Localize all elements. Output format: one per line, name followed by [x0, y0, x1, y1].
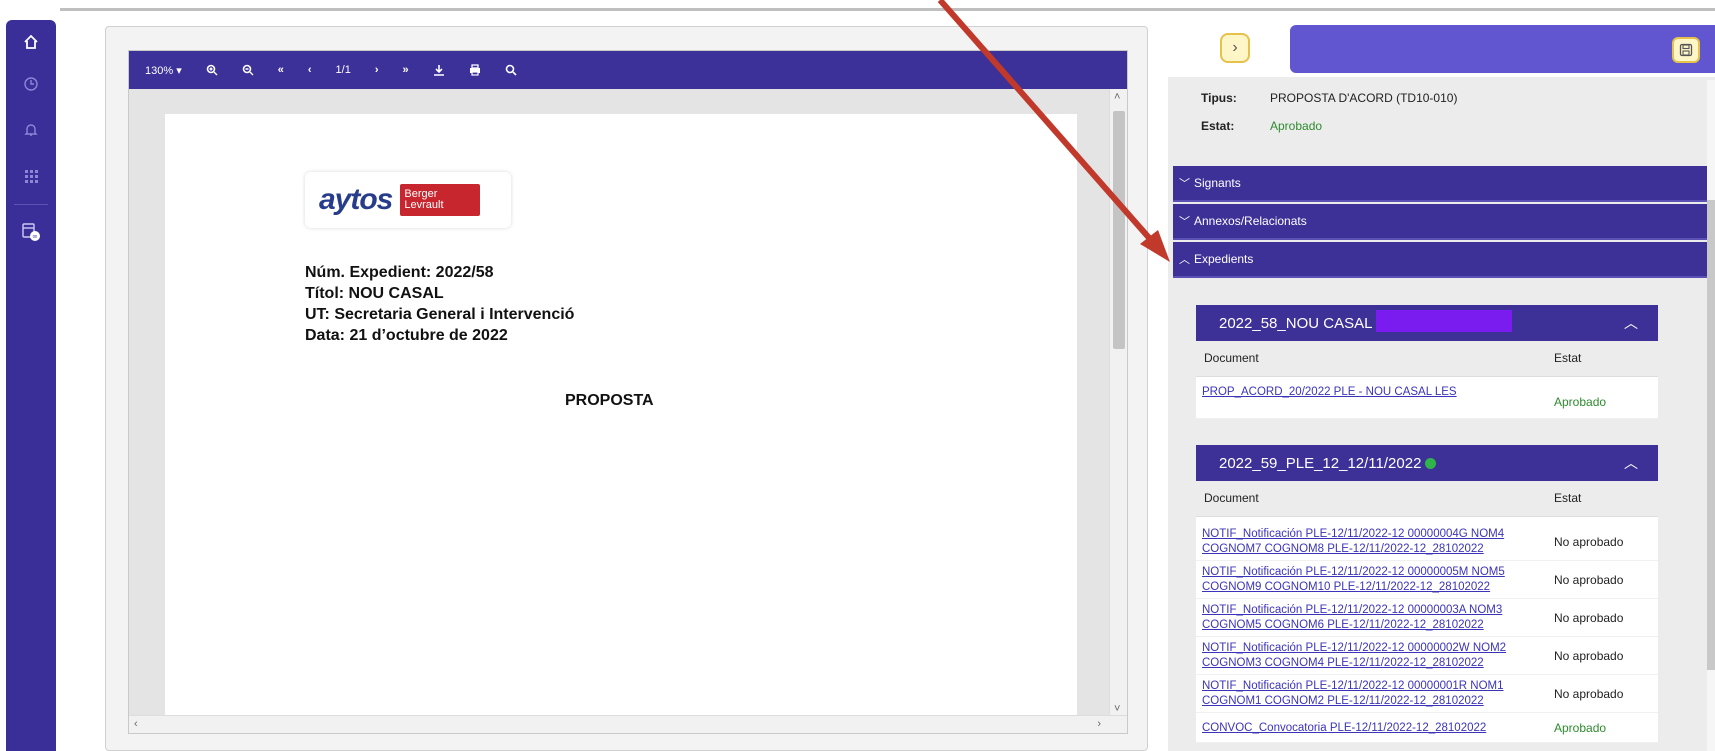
- horizontal-scrollbar[interactable]: ‹ ›: [129, 715, 1127, 733]
- accordion-signants[interactable]: ﹀ Signants: [1173, 166, 1707, 202]
- zoom-in-icon[interactable]: [206, 64, 218, 76]
- expedient-title: 2022_58_NOU CASAL L: [1219, 314, 1385, 332]
- expedient-card: 2022_59_PLE_12_12/11/2022 ︿ Document Est…: [1196, 445, 1658, 743]
- svg-text:∞: ∞: [32, 233, 38, 241]
- accordion-expedients-label: Expedients: [1194, 252, 1254, 266]
- toggle-panel-button[interactable]: ›: [1220, 33, 1250, 63]
- last-page-icon[interactable]: »: [402, 64, 408, 76]
- document-status: Aprobado: [1554, 395, 1607, 409]
- side-navigation: ∞: [6, 20, 56, 751]
- page-indicator: 1/1: [335, 64, 351, 76]
- first-page-icon[interactable]: «: [278, 64, 284, 76]
- save-button[interactable]: [1672, 37, 1700, 63]
- print-icon[interactable]: [469, 64, 481, 76]
- chevron-right-icon: ›: [1232, 39, 1238, 56]
- apps-grid-icon[interactable]: [6, 158, 56, 194]
- table-row: CONVOC_Convocatoria PLE-12/11/2022-12_28…: [1196, 713, 1658, 743]
- doc-title-line: Títol: NOU CASAL: [305, 285, 444, 302]
- document-page: aytos Berger Levrault Núm. Expedient: 20…: [165, 114, 1077, 717]
- panel-scrollbar[interactable]: [1707, 80, 1715, 751]
- pdf-toolbar: 130% ▾ « ‹ 1/1 › »: [129, 51, 1127, 89]
- table-row: PROP_ACORD_20/2022 PLE - NOU CASAL LES A…: [1196, 377, 1658, 419]
- top-divider: [60, 8, 1715, 11]
- document-status: No aprobado: [1554, 535, 1624, 549]
- scroll-up-icon[interactable]: ˄: [1114, 91, 1120, 103]
- document-status: No aprobado: [1554, 687, 1624, 701]
- panel-scrollbar-thumb[interactable]: [1707, 200, 1715, 670]
- document-link[interactable]: NOTIF_Notificación PLE-12/11/2022-12 000…: [1202, 603, 1542, 633]
- table-header: Document Estat: [1196, 481, 1658, 517]
- accordion-annexos-label: Annexos/Relacionats: [1194, 214, 1307, 228]
- doc-date-line: Data: 21 d’octubre de 2022: [305, 327, 508, 344]
- doc-heading: PROPOSTA: [565, 392, 654, 409]
- bell-icon[interactable]: [6, 112, 56, 148]
- redaction-box: [1376, 310, 1512, 332]
- nav-divider: [14, 204, 48, 205]
- scrollbar-thumb[interactable]: [1113, 111, 1125, 349]
- tipus-label: Tipus:: [1201, 91, 1237, 105]
- column-estat: Estat: [1554, 491, 1582, 505]
- logo-wordmark: aytos: [319, 183, 393, 216]
- document-link[interactable]: NOTIF_Notificación PLE-12/11/2022-12 000…: [1202, 641, 1542, 671]
- chevron-down-icon: ﹀: [1179, 178, 1190, 190]
- table-row: NOTIF_Notificación PLE-12/11/2022-12 000…: [1196, 675, 1658, 713]
- logo-badge: Berger Levrault: [400, 184, 481, 216]
- column-estat: Estat: [1554, 351, 1582, 365]
- document-status: Aprobado: [1554, 721, 1607, 735]
- chevron-up-icon[interactable]: ︿: [1624, 313, 1638, 333]
- scroll-left-icon[interactable]: ‹: [134, 718, 138, 730]
- home-icon[interactable]: [6, 24, 56, 60]
- search-icon[interactable]: [505, 64, 517, 76]
- document-link[interactable]: PROP_ACORD_20/2022 PLE - NOU CASAL LES: [1202, 385, 1542, 400]
- chevron-down-icon: ﹀: [1179, 216, 1190, 228]
- table-row: NOTIF_Notificación PLE-12/11/2022-12 000…: [1196, 637, 1658, 675]
- scroll-right-icon[interactable]: ›: [1097, 718, 1101, 730]
- document-link[interactable]: CONVOC_Convocatoria PLE-12/11/2022-12_28…: [1202, 721, 1542, 736]
- previous-page-icon[interactable]: ‹: [308, 64, 312, 76]
- expedient-card-header[interactable]: 2022_59_PLE_12_12/11/2022 ︿: [1196, 445, 1658, 481]
- download-icon[interactable]: [433, 64, 445, 76]
- zoom-out-icon[interactable]: [242, 64, 254, 76]
- doc-ut-line: UT: Secretaria General i Intervenció: [305, 306, 575, 323]
- next-page-icon[interactable]: ›: [375, 64, 379, 76]
- estat-label: Estat:: [1201, 119, 1235, 133]
- chevron-up-icon[interactable]: ︿: [1624, 453, 1638, 473]
- status-dot: [1425, 457, 1437, 469]
- doc-expedient-line: Núm. Expedient: 2022/58: [305, 264, 494, 281]
- column-document: Document: [1204, 351, 1259, 365]
- chevron-up-icon: ︿: [1179, 254, 1190, 266]
- tipus-value: PROPOSTA D'ACORD (TD10-010): [1270, 91, 1458, 105]
- document-status: No aprobado: [1554, 611, 1624, 625]
- column-document: Document: [1204, 491, 1259, 505]
- scroll-down-icon[interactable]: ˅: [1114, 703, 1120, 715]
- estat-value: Aprobado: [1270, 119, 1323, 133]
- document-link[interactable]: NOTIF_Notificación PLE-12/11/2022-12 000…: [1202, 565, 1542, 595]
- company-logo: aytos Berger Levrault: [305, 172, 511, 228]
- accordion-annexos[interactable]: ﹀ Annexos/Relacionats: [1173, 204, 1707, 240]
- clock-icon[interactable]: [6, 66, 56, 102]
- app-root: ∞ 130% ▾ « ‹ 1/1 › » aytos Berger Levrau…: [0, 0, 1715, 751]
- document-infinity-icon[interactable]: ∞: [6, 214, 56, 250]
- document-status: No aprobado: [1554, 649, 1624, 663]
- document-link[interactable]: NOTIF_Notificación PLE-12/11/2022-12 000…: [1202, 527, 1542, 557]
- save-icon: [1679, 43, 1693, 57]
- zoom-select[interactable]: 130% ▾: [145, 64, 182, 77]
- accordion-expedients[interactable]: ︿ Expedients: [1173, 242, 1707, 278]
- pdf-viewer: 130% ▾ « ‹ 1/1 › » aytos Berger Levrault…: [128, 50, 1128, 734]
- document-status: No aprobado: [1554, 573, 1624, 587]
- table-row: NOTIF_Notificación PLE-12/11/2022-12 000…: [1196, 523, 1658, 561]
- expedient-title: 2022_59_PLE_12_12/11/2022: [1219, 454, 1422, 472]
- vertical-scrollbar[interactable]: ˄ ˅: [1109, 89, 1127, 717]
- actions-bar: [1290, 25, 1715, 73]
- document-link[interactable]: NOTIF_Notificación PLE-12/11/2022-12 000…: [1202, 679, 1542, 709]
- table-header: Document Estat: [1196, 341, 1658, 377]
- accordion-signants-label: Signants: [1194, 176, 1241, 190]
- table-row: NOTIF_Notificación PLE-12/11/2022-12 000…: [1196, 561, 1658, 599]
- table-row: NOTIF_Notificación PLE-12/11/2022-12 000…: [1196, 599, 1658, 637]
